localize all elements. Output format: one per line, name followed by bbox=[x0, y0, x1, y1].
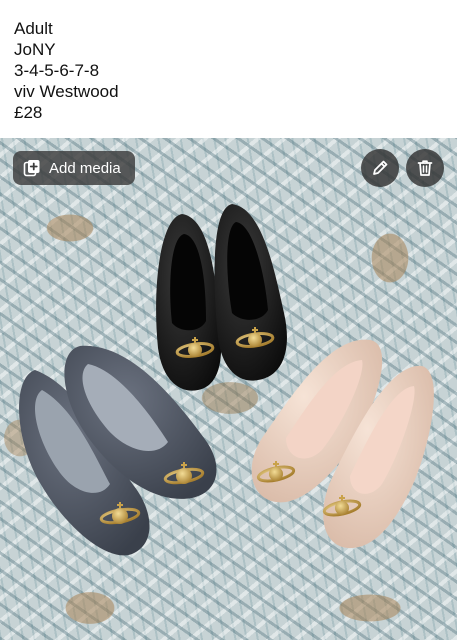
listing-line-price: £28 bbox=[14, 103, 43, 122]
listing-photo[interactable]: Add media bbox=[0, 138, 457, 640]
listing-line-brand: viv Westwood bbox=[14, 82, 119, 101]
edit-button[interactable] bbox=[361, 149, 399, 187]
listing-line-audience: Adult bbox=[14, 19, 53, 38]
shoes-photo-content bbox=[19, 204, 434, 556]
add-media-icon bbox=[23, 160, 40, 177]
trash-icon bbox=[417, 160, 433, 176]
black-shoe-right bbox=[214, 204, 287, 381]
add-media-label: Add media bbox=[49, 159, 121, 177]
listing-description: Adult JoNY 3-4-5-6-7-8 viv Westwood £28 bbox=[14, 18, 119, 123]
black-shoe-left bbox=[156, 214, 222, 391]
listing-line-sizes: 3-4-5-6-7-8 bbox=[14, 61, 100, 80]
listing-line-style: JoNY bbox=[14, 40, 56, 59]
add-media-button[interactable]: Add media bbox=[13, 151, 135, 185]
delete-button[interactable] bbox=[406, 149, 444, 187]
pencil-icon bbox=[373, 160, 388, 175]
